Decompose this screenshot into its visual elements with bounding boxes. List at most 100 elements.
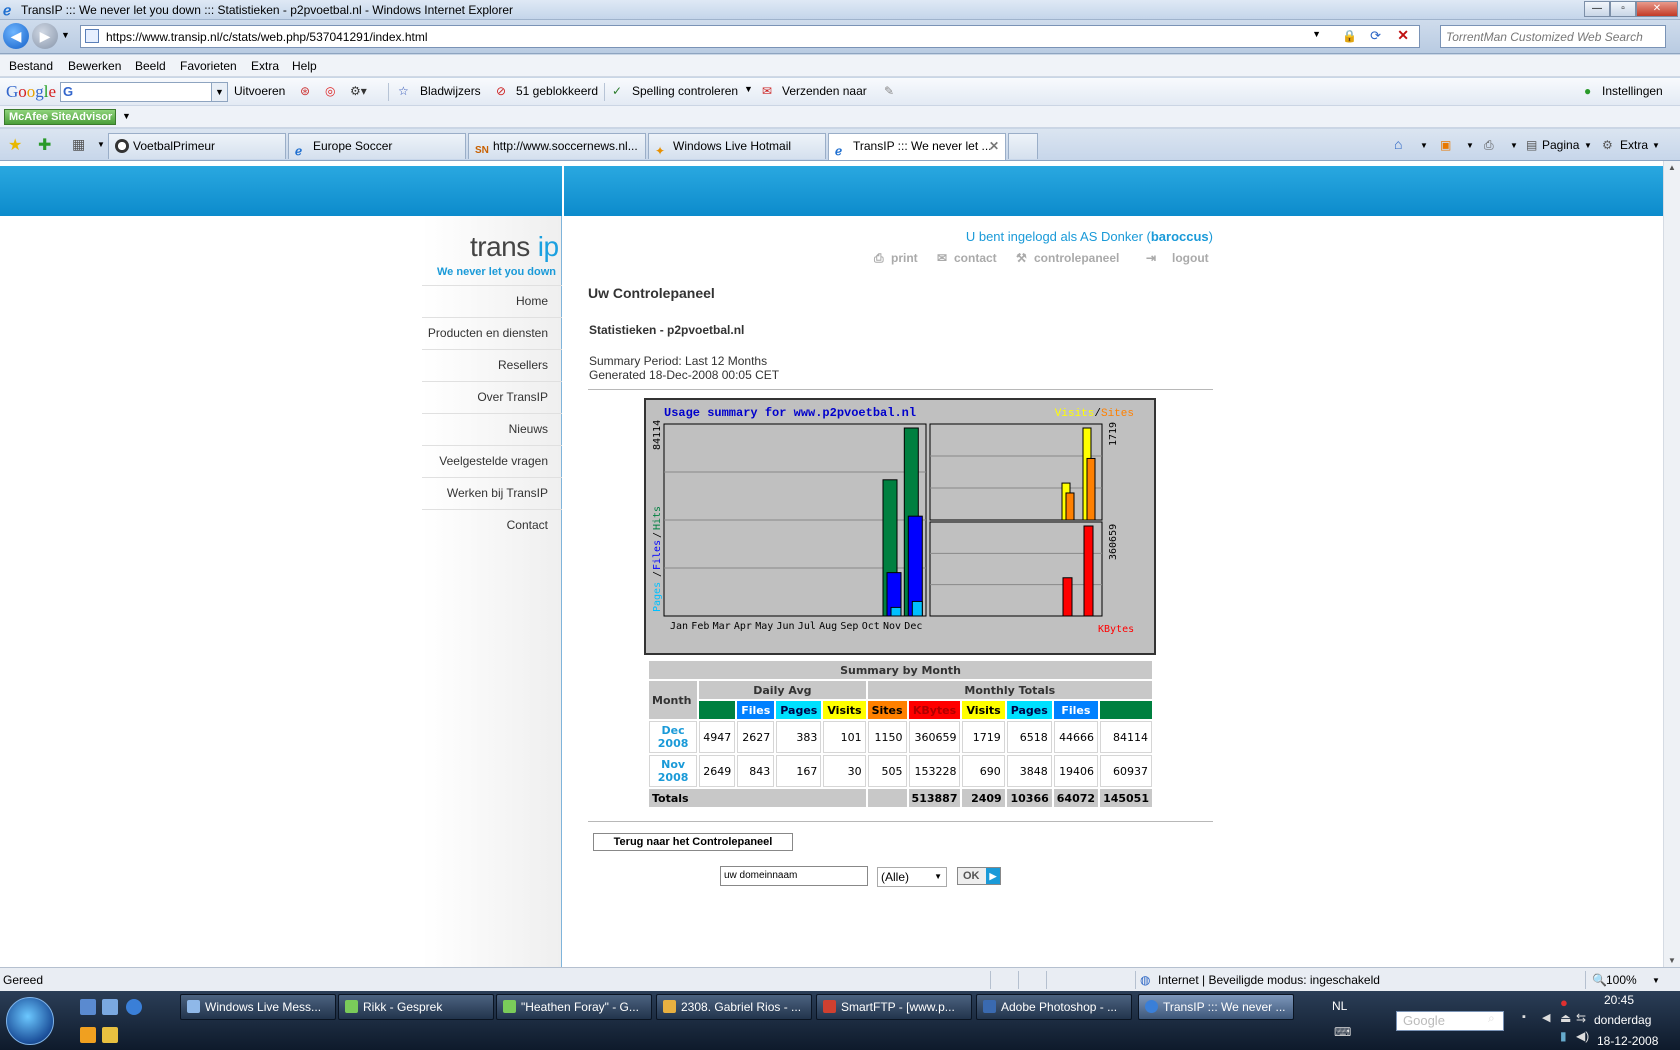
nav-resellers[interactable]: Resellers [422,349,562,381]
month-link[interactable]: Dec 2008 [649,721,698,753]
nav-jobs[interactable]: Werken bij TransIP [422,477,562,509]
vertical-scrollbar[interactable]: ▲ ▼ [1663,161,1680,967]
highlighter-icon[interactable]: ✎ [884,84,894,98]
security-zone[interactable]: Internet | Beveiligde modus: ingeschakel… [1158,973,1380,987]
toolbar-pagerank-icon[interactable]: ◎ [325,84,335,98]
task-gabriel-rios[interactable]: 2308. Gabriel Rios - ... [656,994,812,1020]
tray-alert-icon[interactable]: ● [1560,995,1568,1010]
google-search-dropdown-icon[interactable]: ▼ [211,83,227,101]
mcafee-dropdown-icon[interactable]: ▼ [122,111,131,121]
clock-time[interactable]: 20:45 [1604,993,1634,1007]
url-text[interactable]: https://www.transip.nl/c/stats/web.php/5… [106,30,428,44]
print-icon[interactable]: ⎙ [1484,138,1494,153]
scroll-down-icon[interactable]: ▼ [1668,956,1676,965]
forward-button[interactable]: ▶ [32,23,58,49]
minimize-button[interactable]: — [1584,1,1610,17]
keyboard-icon[interactable]: ⌨ [1334,1025,1351,1039]
menu-bewerken[interactable]: Bewerken [68,59,121,73]
scroll-up-icon[interactable]: ▲ [1668,163,1676,172]
clock-day[interactable]: donderdag [1594,1013,1651,1027]
home-dropdown-icon[interactable]: ▼ [1420,141,1428,150]
signal-icon[interactable]: ▮ [1560,1029,1567,1043]
url-dropdown-icon[interactable]: ▼ [1312,29,1321,39]
nav-news[interactable]: Nieuws [422,413,562,445]
login-username[interactable]: baroccus [1151,229,1209,244]
nav-about[interactable]: Over TransIP [422,381,562,413]
web-search-input[interactable]: TorrentMan Customized Web Search [1440,25,1666,48]
task-windows-live-messenger[interactable]: Windows Live Mess... [180,994,336,1020]
home-icon[interactable]: ⌂ [1394,136,1402,152]
contact-link[interactable]: contact [954,251,997,265]
page-menu-button[interactable]: Pagina [1542,138,1579,152]
page-dropdown-icon[interactable]: ▼ [1584,141,1592,150]
winamp-icon[interactable] [102,1027,118,1043]
google-run-button[interactable]: Uitvoeren [234,84,285,98]
transip-logo[interactable]: trans ip [470,231,559,263]
ie-launch-icon[interactable] [126,999,142,1015]
control-panel-link[interactable]: controlepaneel [1034,251,1119,265]
add-favorite-icon[interactable]: ✚ [38,135,51,155]
print-link[interactable]: print [891,251,918,265]
popups-blocked-button[interactable]: 51 geblokkeerd [516,84,598,98]
back-to-control-panel-button[interactable]: Terug naar het Controlepaneel [593,833,793,851]
month-link[interactable]: Nov 2008 [649,755,698,787]
toolbar-options-icon[interactable]: ⚙▾ [350,84,367,98]
print-link-icon[interactable]: ⎙ [874,251,884,266]
print-dropdown-icon[interactable]: ▼ [1510,141,1518,150]
menu-help[interactable]: Help [292,59,317,73]
zoom-dropdown-icon[interactable]: ▼ [1652,976,1660,985]
tab-transip[interactable]: ℯ TransIP ::: We never let ... ✕ [828,133,1006,160]
mcafee-siteadvisor-button[interactable]: McAfee SiteAdvisor [4,109,116,125]
settings-button[interactable]: Instellingen [1602,84,1663,98]
tray-expand-icon[interactable]: ◀ [1542,1011,1550,1024]
favorites-star-icon[interactable]: ★ [8,135,22,155]
task-photoshop[interactable]: Adobe Photoshop - ... [976,994,1132,1020]
quick-tabs-icon[interactable]: ▦ [72,136,85,153]
ok-button[interactable]: OK ▶ [957,867,1001,885]
tools-menu-button[interactable]: Extra [1620,138,1648,152]
search-icon[interactable]: ⌕ [1488,1011,1495,1026]
media-player-icon[interactable] [80,1027,96,1043]
task-rikk-conversation[interactable]: Rikk - Gesprek [338,994,494,1020]
nav-products[interactable]: Producten en diensten [422,317,562,349]
tab-europe-soccer[interactable]: ℯ Europe Soccer [288,133,466,159]
google-search-input[interactable]: G ▼ [60,82,228,102]
close-window-button[interactable]: ✕ [1636,1,1678,17]
new-tab-button[interactable] [1008,133,1038,159]
nav-home[interactable]: Home [422,285,562,317]
clock-date[interactable]: 18-12-2008 [1597,1034,1658,1048]
menu-extra[interactable]: Extra [251,59,279,73]
stop-icon[interactable]: ✕ [1397,27,1409,44]
tab-soccernews[interactable]: SN http://www.soccernews.nl... [468,133,646,159]
maximize-button[interactable]: ▫ [1610,1,1636,17]
close-tab-icon[interactable]: ✕ [989,134,999,158]
refresh-icon[interactable]: ⟳ [1370,28,1381,44]
back-button[interactable]: ◀ [3,23,29,49]
tab-voetbalprimeur[interactable]: VoetbalPrimeur [108,133,286,159]
safely-remove-icon[interactable]: ⏏ [1560,1011,1571,1025]
feeds-icon[interactable]: ▣ [1440,138,1451,152]
lock-icon[interactable]: 🔒 [1342,29,1357,43]
menu-bestand[interactable]: Bestand [9,59,53,73]
contact-link-icon[interactable]: ✉ [937,251,947,265]
network-icon[interactable]: ⇆ [1576,1011,1586,1025]
bookmark-star-icon[interactable]: ☆ [398,84,409,98]
tab-hotmail[interactable]: ✦ Windows Live Hotmail [648,133,826,159]
logout-link-icon[interactable]: ⇥ [1146,251,1156,265]
bookmarks-button[interactable]: Bladwijzers [420,84,481,98]
url-field[interactable]: https://www.transip.nl/c/stats/web.php/5… [80,25,1420,48]
nav-contact[interactable]: Contact [422,509,562,541]
logout-link[interactable]: logout [1172,251,1209,265]
nav-faq[interactable]: Veelgestelde vragen [422,445,562,477]
menu-beeld[interactable]: Beeld [135,59,166,73]
history-dropdown-icon[interactable]: ▼ [61,30,70,40]
start-button[interactable] [6,997,54,1045]
tools-dropdown-icon[interactable]: ▼ [1652,141,1660,150]
task-heathen-foray[interactable]: "Heathen Foray" - G... [496,994,652,1020]
spellcheck-dropdown-icon[interactable]: ▼ [744,84,753,94]
tray-icon[interactable]: ▪ [1522,1011,1526,1023]
language-indicator[interactable]: NL [1332,999,1347,1013]
switch-windows-icon[interactable] [102,999,118,1015]
toolbar-popup-icon[interactable]: ⊛ [300,84,310,98]
menu-favorieten[interactable]: Favorieten [180,59,237,73]
